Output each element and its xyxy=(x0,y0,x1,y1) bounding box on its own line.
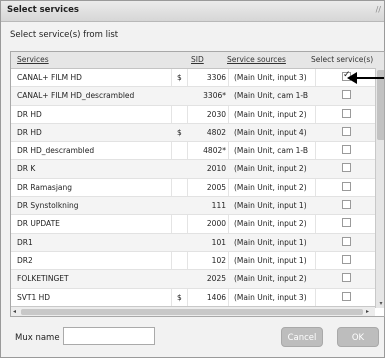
service-sid: 1406 xyxy=(206,292,226,302)
service-source: (Main Unit, input 2) xyxy=(234,109,307,119)
service-sid: 3306* xyxy=(203,91,226,101)
service-sid: 4802 xyxy=(206,127,226,137)
service-name: DR Synstolkning xyxy=(17,201,79,211)
table-row[interactable]: DR Ramasjang 2005 (Main Unit, input 2) xyxy=(11,179,375,198)
column-header-sid[interactable]: SID xyxy=(191,55,204,64)
service-name: DR2 xyxy=(17,255,33,265)
service-sid: 111 xyxy=(211,201,226,211)
service-source: (Main Unit, input 1) xyxy=(234,255,307,265)
column-header-select[interactable]: Select service(s) xyxy=(311,55,373,64)
service-name: DR HD xyxy=(17,109,42,119)
select-service-checkbox[interactable] xyxy=(342,181,351,191)
table-row[interactable]: SVT1 HD $1406 (Main Unit, input 3) xyxy=(11,289,375,307)
service-name: DR Ramasjang xyxy=(17,182,73,192)
vertical-scrollbar[interactable]: ▾ xyxy=(375,68,384,310)
scrambled-marker: $ xyxy=(177,127,182,137)
service-sid: 101 xyxy=(211,237,226,247)
service-source: (Main Unit, input 3) xyxy=(234,73,307,82)
column-header-services[interactable]: Services xyxy=(17,55,49,64)
service-name: DR UPDATE xyxy=(17,219,60,229)
table-header: Services SID Service sources Select serv… xyxy=(11,52,384,69)
scrambled-marker: $ xyxy=(177,73,182,82)
service-name: DR HD xyxy=(17,127,42,137)
service-source: (Main Unit, cam 1-B xyxy=(234,146,309,156)
service-sid: 2005 xyxy=(206,182,226,192)
service-source: (Main Unit, input 3) xyxy=(234,292,307,302)
scroll-left-icon[interactable]: ◂ xyxy=(13,308,16,315)
services-table: Services SID Service sources Select serv… xyxy=(10,51,385,317)
service-sid: 4802* xyxy=(203,146,226,156)
mux-name-label: Mux name xyxy=(15,333,60,343)
table-row[interactable]: DR HD $4802 (Main Unit, input 4) xyxy=(11,123,375,143)
service-source: (Main Unit, input 2) xyxy=(234,274,307,284)
table-row[interactable]: DR1 101 (Main Unit, input 1) xyxy=(11,233,375,252)
service-sid: 2010 xyxy=(206,164,226,174)
table-row[interactable]: FOLKETINGET 2025 (Main Unit, input 2) xyxy=(11,270,375,289)
service-sid: 3306 xyxy=(206,73,226,82)
service-sid: 102 xyxy=(211,255,226,265)
select-service-checkbox[interactable] xyxy=(342,291,351,301)
service-source: (Main Unit, input 4) xyxy=(234,127,307,137)
service-name: SVT1 HD xyxy=(17,292,51,302)
ok-button[interactable]: OK xyxy=(337,327,379,347)
service-name: DR HD_descrambled xyxy=(17,146,95,156)
select-service-checkbox[interactable] xyxy=(342,126,351,136)
select-service-checkbox[interactable] xyxy=(342,236,351,246)
select-service-checkbox[interactable] xyxy=(342,273,351,283)
select-service-checkbox[interactable] xyxy=(342,145,351,155)
mux-name-input[interactable] xyxy=(63,327,155,345)
service-name: DR K xyxy=(17,164,36,174)
select-service-checkbox[interactable] xyxy=(342,218,351,228)
horizontal-scrollbar[interactable]: ◂ ▸ xyxy=(11,306,375,316)
scroll-down-icon[interactable]: ▾ xyxy=(376,300,384,310)
service-sid: 2030 xyxy=(206,109,226,119)
select-service-checkbox[interactable] xyxy=(342,108,351,118)
select-service-checkbox[interactable] xyxy=(342,163,351,173)
service-source: (Main Unit, input 2) xyxy=(234,219,307,229)
table-row[interactable]: DR HD 2030 (Main Unit, input 2) xyxy=(11,106,375,124)
scrambled-marker: $ xyxy=(177,292,182,302)
select-service-checkbox[interactable] xyxy=(342,254,351,264)
arrow-left-icon xyxy=(347,72,384,84)
service-name: CANAL+ FILM HD_descrambled xyxy=(17,91,135,101)
service-sid: 2025 xyxy=(206,274,226,284)
table-row[interactable]: CANAL+ FILM HD $3306 (Main Unit, input 3) ✓ xyxy=(11,69,375,88)
table-row[interactable]: DR HD_descrambled 4802* (Main Unit, cam 1-… xyxy=(11,142,375,161)
select-service-checkbox[interactable] xyxy=(342,200,351,210)
select-service-checkbox[interactable] xyxy=(342,90,351,100)
service-source: (Main Unit, input 2) xyxy=(234,164,307,174)
service-name: FOLKETINGET xyxy=(17,274,69,284)
service-source: (Main Unit, input 1) xyxy=(234,201,307,211)
dialog-title: Select services xyxy=(7,5,79,15)
dialog-subtitle: Select service(s) from list xyxy=(10,30,119,40)
service-name: CANAL+ FILM HD xyxy=(17,73,82,82)
horizontal-scroll-thumb[interactable] xyxy=(21,309,363,315)
table-row[interactable]: DR2 102 (Main Unit, input 1) xyxy=(11,252,375,271)
service-source: (Main Unit, input 1) xyxy=(234,237,307,247)
scroll-right-icon[interactable]: ▸ xyxy=(366,308,369,315)
resize-grip-icon[interactable]: // xyxy=(376,5,381,14)
service-sid: 2000 xyxy=(206,219,226,229)
table-body: CANAL+ FILM HD $3306 (Main Unit, input 3) ✓… xyxy=(11,69,375,316)
select-services-dialog: Select services // Select service(s) fro… xyxy=(0,0,385,358)
table-row[interactable]: DR K 2010 (Main Unit, input 2) xyxy=(11,160,375,179)
service-source: (Main Unit, cam 1-B xyxy=(234,91,309,101)
service-name: DR1 xyxy=(17,237,33,247)
title-bar[interactable]: Select services // xyxy=(1,1,384,22)
column-header-sources[interactable]: Service sources xyxy=(227,55,286,64)
service-source: (Main Unit, input 2) xyxy=(234,182,307,192)
table-row[interactable]: DR Synstolkning 111 (Main Unit, input 1) xyxy=(11,197,375,216)
table-row[interactable]: CANAL+ FILM HD_descrambled 3306* (Main Uni… xyxy=(11,87,375,106)
table-row[interactable]: DR UPDATE 2000 (Main Unit, input 2) xyxy=(11,215,375,234)
cancel-button[interactable]: Cancel xyxy=(281,327,323,347)
